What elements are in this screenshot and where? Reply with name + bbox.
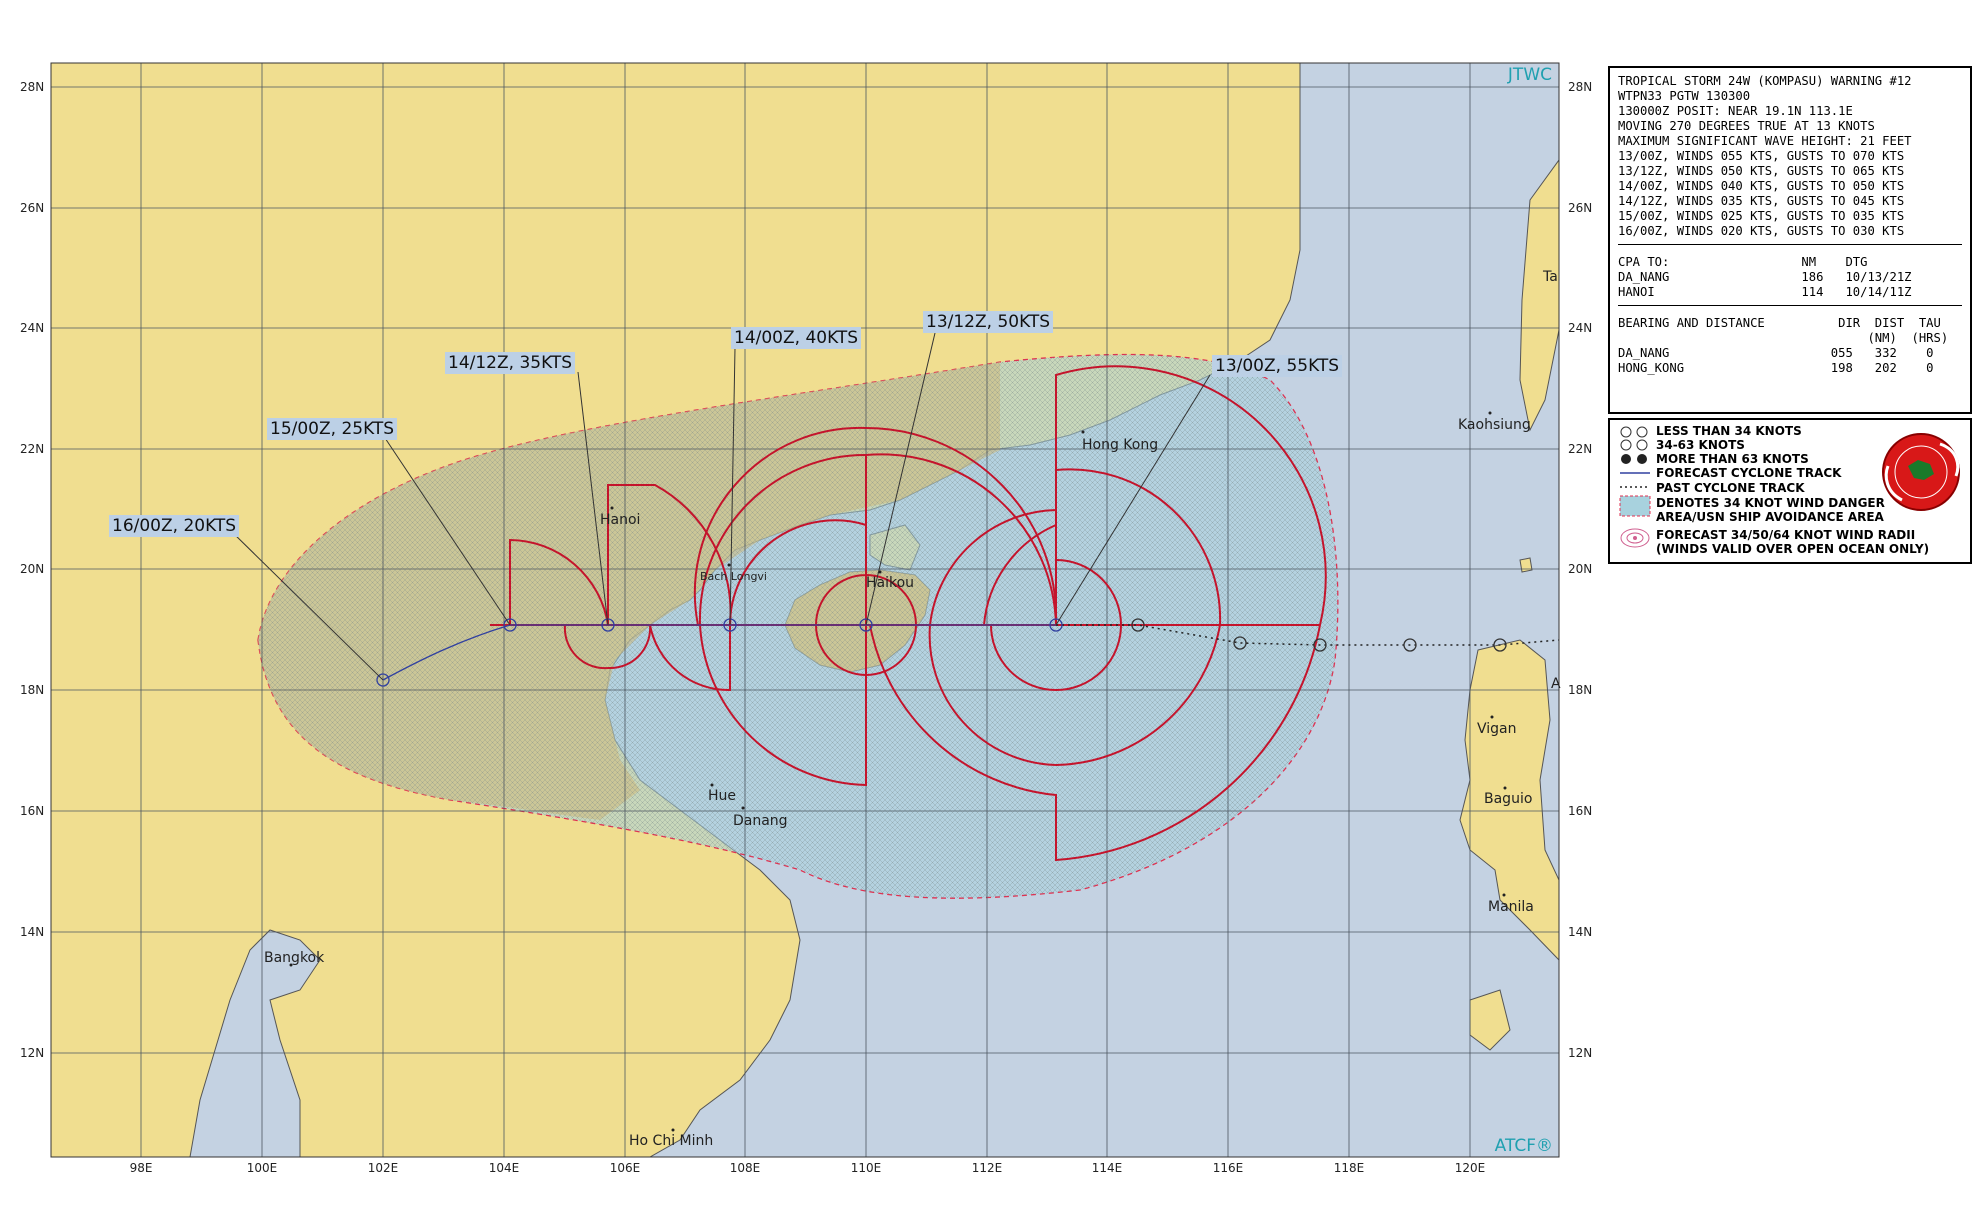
lat-label: 24N	[1568, 321, 1592, 335]
bearing-distance-block: BEARING AND DISTANCE DIR DIST TAU (NM) (…	[1618, 316, 1962, 376]
lat-label: 28N	[1568, 80, 1592, 94]
lat-label: 14N	[1568, 925, 1592, 939]
city-a-partial: A	[1551, 676, 1561, 692]
lat-label: 18N	[20, 683, 44, 697]
warning-header-line: MOVING 270 DEGREES TRUE AT 13 KNOTS	[1618, 119, 1875, 133]
lon-label: 114E	[1092, 1161, 1123, 1175]
city-hong-kong: Hong Kong	[1082, 437, 1158, 453]
lon-label: 116E	[1213, 1161, 1244, 1175]
lat-label: 14N	[20, 925, 44, 939]
legend-forecast-track: FORECAST CYCLONE TRACK	[1656, 466, 1842, 480]
lat-label: 24N	[20, 321, 44, 335]
warning-header-line: 13/12Z, WINDS 050 KTS, GUSTS TO 065 KTS	[1618, 164, 1905, 178]
lon-label: 120E	[1455, 1161, 1486, 1175]
jtwc-seal-icon	[1882, 433, 1960, 511]
city-baguio: Baguio	[1484, 791, 1532, 807]
warning-header-line: 14/12Z, WINDS 035 KTS, GUSTS TO 045 KTS	[1618, 194, 1905, 208]
lat-label: 22N	[20, 442, 44, 456]
lat-label: 20N	[20, 562, 44, 576]
batanes-islet	[1519, 557, 1533, 573]
bearing-line: HONG_KONG 198 202 0	[1618, 361, 1934, 375]
info-divider-2	[1618, 305, 1962, 306]
lon-label: 108E	[730, 1161, 761, 1175]
forecast-label-13-00z: 13/00Z, 55KTS	[1212, 355, 1343, 377]
city-vigan: Vigan	[1477, 721, 1517, 737]
warning-header-line: MAXIMUM SIGNIFICANT WAVE HEIGHT: 21 FEET	[1618, 134, 1912, 148]
lat-label: 16N	[1568, 804, 1592, 818]
forecast-label-13-12z: 13/12Z, 50KTS	[923, 311, 1054, 333]
city-hue: Hue	[708, 788, 736, 804]
legend-34-63: 34-63 KNOTS	[1656, 438, 1745, 452]
legend-symbols	[1619, 426, 1651, 548]
info-divider-1	[1618, 244, 1962, 245]
lon-label: 104E	[489, 1161, 520, 1175]
legend-danger-2: AREA/USN SHIP AVOIDANCE AREA	[1656, 510, 1884, 524]
bearing-line: (NM) (HRS)	[1618, 331, 1949, 345]
jtwc-brand: JTWC	[1507, 65, 1552, 85]
city-haikou: Haikou	[866, 575, 914, 591]
city-bangkok: Bangkok	[264, 950, 325, 966]
city-ho-chi-minh: Ho Chi Minh	[629, 1133, 713, 1149]
lat-label: 16N	[20, 804, 44, 818]
lon-label: 98E	[130, 1161, 153, 1175]
atcf-brand: ATCF®	[1495, 1136, 1553, 1156]
warning-header-block: TROPICAL STORM 24W (KOMPASU) WARNING #12…	[1618, 74, 1962, 239]
cpa-line: CPA TO: NM DTG	[1618, 255, 1868, 269]
legend-less-34: LESS THAN 34 KNOTS	[1656, 424, 1802, 438]
bearing-line: BEARING AND DISTANCE DIR DIST TAU	[1618, 316, 1941, 330]
lon-label: 102E	[368, 1161, 399, 1175]
lon-label: 112E	[972, 1161, 1003, 1175]
forecast-label-15-00z: 15/00Z, 25KTS	[267, 418, 398, 440]
warning-header-line: 16/00Z, WINDS 020 KTS, GUSTS TO 030 KTS	[1618, 224, 1905, 238]
warning-header-line: WTPN33 PGTW 130300	[1618, 89, 1751, 103]
lat-label: 26N	[20, 201, 44, 215]
cpa-line: HANOI 114 10/14/11Z	[1618, 285, 1912, 299]
lon-label: 106E	[610, 1161, 641, 1175]
cpa-line: DA_NANG 186 10/13/21Z	[1618, 270, 1912, 284]
lat-label: 12N	[20, 1046, 44, 1060]
city-kaohsiung: Kaohsiung	[1458, 417, 1531, 433]
warning-info-panel: TROPICAL STORM 24W (KOMPASU) WARNING #12…	[1608, 66, 1972, 414]
lat-label: 26N	[1568, 201, 1592, 215]
legend-more-63: MORE THAN 63 KNOTS	[1656, 452, 1809, 466]
lon-label: 110E	[851, 1161, 882, 1175]
lon-label: 100E	[247, 1161, 278, 1175]
warning-header-line: 14/00Z, WINDS 040 KTS, GUSTS TO 050 KTS	[1618, 179, 1905, 193]
bearing-line: DA_NANG 055 332 0	[1618, 346, 1934, 360]
forecast-label-14-12z: 14/12Z, 35KTS	[445, 352, 576, 374]
cpa-block: CPA TO: NM DTG DA_NANG 186 10/13/21Z HANOI…	[1618, 255, 1962, 300]
city-manila: Manila	[1488, 899, 1534, 915]
city-danang: Danang	[733, 813, 788, 829]
lat-label: 20N	[1568, 562, 1592, 576]
legend-radii-1: FORECAST 34/50/64 KNOT WIND RADII	[1656, 528, 1916, 542]
lon-label: 118E	[1334, 1161, 1365, 1175]
lat-label: 12N	[1568, 1046, 1592, 1060]
warning-header-line: TROPICAL STORM 24W (KOMPASU) WARNING #12	[1618, 74, 1912, 88]
longitude-labels: 98E 100E 102E 104E 106E 108E 110E 112E 114E 116E 1…	[130, 1161, 1486, 1175]
forecast-label-14-00z: 14/00Z, 40KTS	[731, 327, 862, 349]
warning-header-line: 130000Z POSIT: NEAR 19.1N 113.1E	[1618, 104, 1853, 118]
legend-radii-2: (WINDS VALID OVER OPEN OCEAN ONLY)	[1656, 542, 1930, 556]
legend-past-track: PAST CYCLONE TRACK	[1656, 481, 1805, 495]
city-bach-longvi: Bach Longvi	[700, 570, 767, 583]
city-hanoi: Hanoi	[600, 512, 640, 528]
forecast-label-16-00z: 16/00Z, 20KTS	[109, 515, 240, 537]
warning-header-line: 15/00Z, WINDS 025 KTS, GUSTS TO 035 KTS	[1618, 209, 1905, 223]
lat-label: 18N	[1568, 683, 1592, 697]
legend-panel: LESS THAN 34 KNOTS 34-63 KNOTS MORE THAN…	[1608, 418, 1972, 564]
legend-danger-1: DENOTES 34 KNOT WIND DANGER	[1656, 496, 1885, 510]
lat-label: 22N	[1568, 442, 1592, 456]
warning-header-line: 13/00Z, WINDS 055 KTS, GUSTS TO 070 KTS	[1618, 149, 1905, 163]
lat-label: 28N	[20, 80, 44, 94]
tropical-storm-icon	[1620, 439, 1632, 451]
city-ta: Ta	[1542, 269, 1558, 285]
